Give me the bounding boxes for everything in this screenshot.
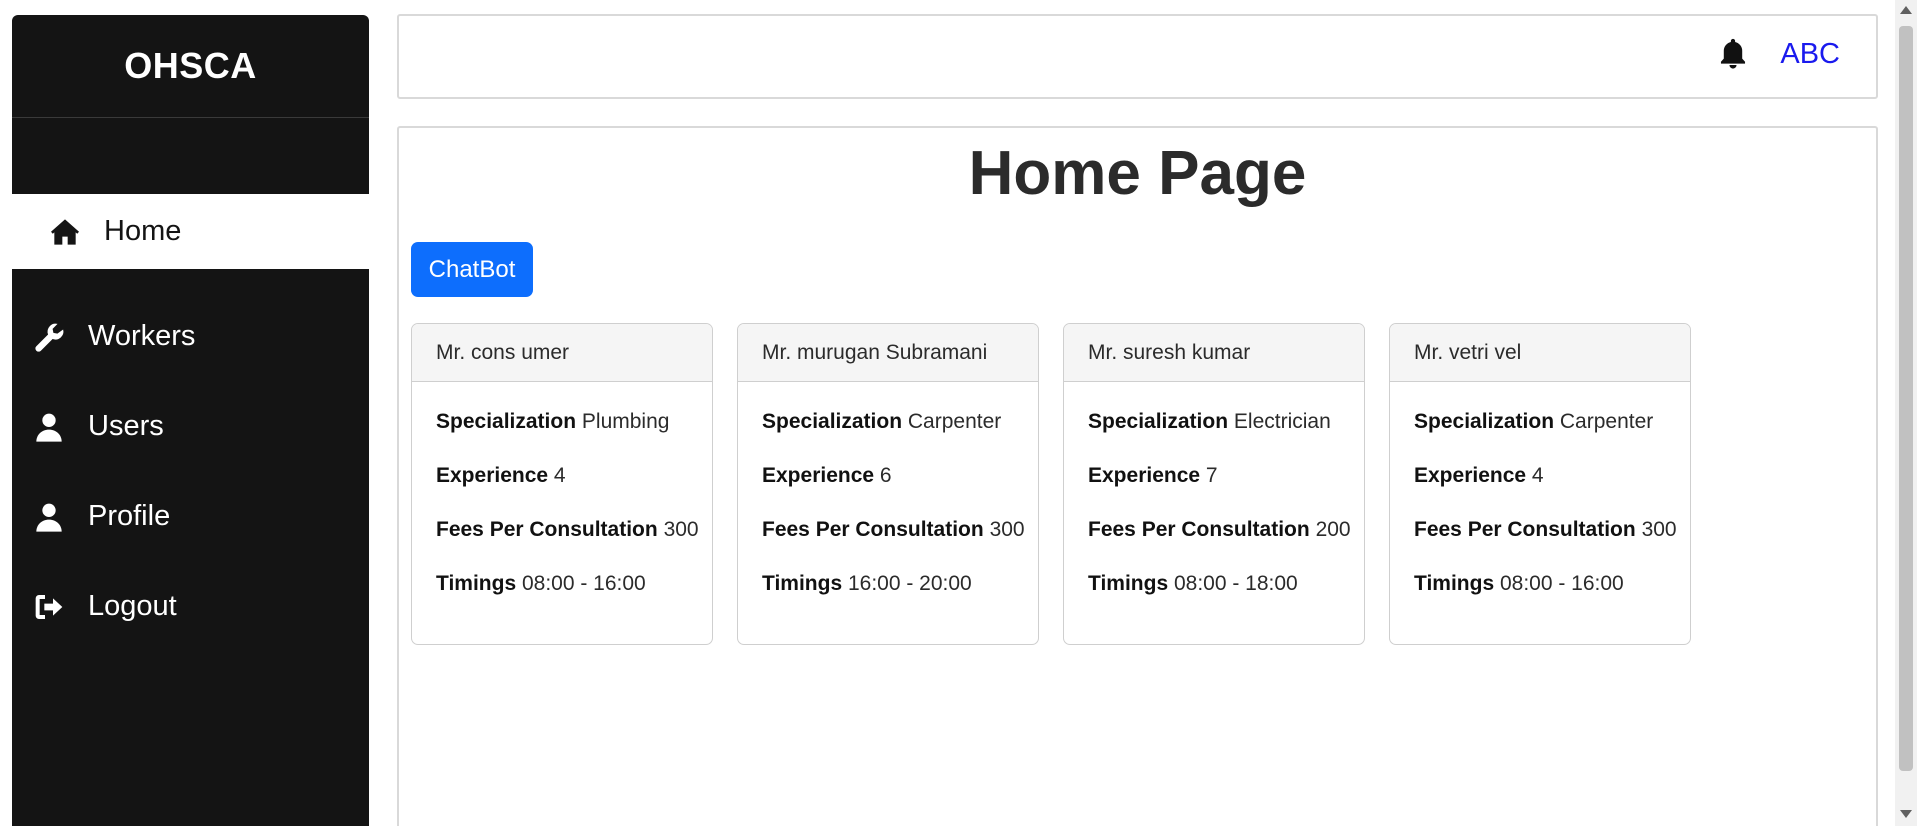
field-label: Timings (762, 572, 843, 595)
field-label: Specialization (1088, 410, 1229, 433)
field-label: Fees Per Consultation (1414, 518, 1636, 541)
sidebar-item-label: Profile (88, 500, 171, 532)
field-value: 4 (1531, 464, 1544, 487)
field-label: Timings (436, 572, 517, 595)
field-value: 4 (553, 464, 566, 487)
worker-details: Specialization Carpenter Experience 6 Fe… (738, 382, 1038, 626)
sidebar-item-users[interactable]: Users (12, 389, 369, 464)
specialization-field: Specialization Electrician (1088, 410, 1364, 464)
field-value: 08:00 - 16:00 (521, 572, 646, 595)
worker-name: Mr. suresh kumar (1064, 324, 1364, 382)
scroll-down-arrow-icon[interactable] (1900, 810, 1912, 818)
wrench-icon (32, 320, 66, 354)
chatbot-button[interactable]: ChatBot (411, 242, 533, 297)
user-name-link[interactable]: ABC (1780, 38, 1840, 71)
worker-card[interactable]: Mr. murugan Subramani Specialization Car… (737, 323, 1039, 645)
field-label: Fees Per Consultation (1088, 518, 1310, 541)
worker-card[interactable]: Mr. vetri vel Specialization Carpenter E… (1389, 323, 1691, 645)
field-value: 300 (1641, 518, 1677, 541)
field-label: Fees Per Consultation (762, 518, 984, 541)
page-title: Home Page (968, 139, 1307, 208)
field-value: 300 (989, 518, 1025, 541)
worker-details: Specialization Electrician Experience 7 … (1064, 382, 1364, 626)
field-label: Experience (436, 464, 549, 487)
field-value: Electrician (1233, 410, 1331, 433)
sidebar-item-workers[interactable]: Workers (12, 299, 369, 374)
field-label: Timings (1088, 572, 1169, 595)
brand-logo: OHSCA (12, 15, 369, 118)
timings-field: Timings 08:00 - 16:00 (1414, 572, 1690, 626)
user-icon (32, 500, 66, 534)
field-value: 6 (879, 464, 892, 487)
fees-field: Fees Per Consultation 300 (436, 518, 712, 572)
scroll-up-arrow-icon[interactable] (1900, 6, 1912, 14)
specialization-field: Specialization Carpenter (1414, 410, 1690, 464)
experience-field: Experience 6 (762, 464, 1038, 518)
field-label: Timings (1414, 572, 1495, 595)
fees-field: Fees Per Consultation 200 (1088, 518, 1364, 572)
timings-field: Timings 08:00 - 16:00 (436, 572, 712, 626)
user-icon (32, 410, 66, 444)
specialization-field: Specialization Plumbing (436, 410, 712, 464)
top-header: ABC (397, 14, 1878, 99)
field-value: 08:00 - 18:00 (1173, 572, 1298, 595)
field-value: Carpenter (1559, 410, 1654, 433)
sidebar: OHSCA Home Workers Users Profile Logout (12, 15, 369, 826)
timings-field: Timings 16:00 - 20:00 (762, 572, 1038, 626)
field-label: Specialization (762, 410, 903, 433)
fees-field: Fees Per Consultation 300 (1414, 518, 1690, 572)
field-label: Specialization (436, 410, 577, 433)
experience-field: Experience 4 (436, 464, 712, 518)
sidebar-item-logout[interactable]: Logout (12, 569, 369, 644)
field-value: 08:00 - 16:00 (1499, 572, 1624, 595)
field-value: Plumbing (581, 410, 670, 433)
field-label: Experience (1414, 464, 1527, 487)
vertical-scrollbar[interactable] (1895, 0, 1917, 826)
field-value: 200 (1315, 518, 1351, 541)
worker-details: Specialization Plumbing Experience 4 Fee… (412, 382, 712, 626)
worker-card[interactable]: Mr. suresh kumar Specialization Electric… (1063, 323, 1365, 645)
field-label: Experience (1088, 464, 1201, 487)
timings-field: Timings 08:00 - 18:00 (1088, 572, 1364, 626)
worker-name: Mr. cons umer (412, 324, 712, 382)
experience-field: Experience 7 (1088, 464, 1364, 518)
fees-field: Fees Per Consultation 300 (762, 518, 1038, 572)
field-value: 7 (1205, 464, 1218, 487)
bell-icon[interactable] (1716, 36, 1750, 70)
sidebar-item-label: Workers (88, 320, 196, 352)
logout-icon (32, 590, 66, 624)
scroll-thumb[interactable] (1899, 26, 1913, 771)
sidebar-item-home[interactable]: Home (12, 194, 369, 269)
sidebar-item-label: Home (104, 215, 182, 247)
sidebar-item-profile[interactable]: Profile (12, 479, 369, 554)
worker-details: Specialization Carpenter Experience 4 Fe… (1390, 382, 1690, 626)
field-value: 16:00 - 20:00 (847, 572, 972, 595)
worker-name: Mr. vetri vel (1390, 324, 1690, 382)
main-content: Home Page ChatBot Mr. cons umer Speciali… (397, 126, 1878, 826)
worker-name: Mr. murugan Subramani (738, 324, 1038, 382)
field-label: Specialization (1414, 410, 1555, 433)
app-root: OHSCA Home Workers Users Profile Logout … (0, 0, 1917, 826)
specialization-field: Specialization Carpenter (762, 410, 1038, 464)
field-label: Experience (762, 464, 875, 487)
field-value: 300 (663, 518, 699, 541)
sidebar-item-label: Logout (88, 590, 177, 622)
field-value: Carpenter (907, 410, 1002, 433)
sidebar-item-label: Users (88, 410, 164, 442)
home-icon (48, 215, 82, 249)
worker-card[interactable]: Mr. cons umer Specialization Plumbing Ex… (411, 323, 713, 645)
experience-field: Experience 4 (1414, 464, 1690, 518)
field-label: Fees Per Consultation (436, 518, 658, 541)
